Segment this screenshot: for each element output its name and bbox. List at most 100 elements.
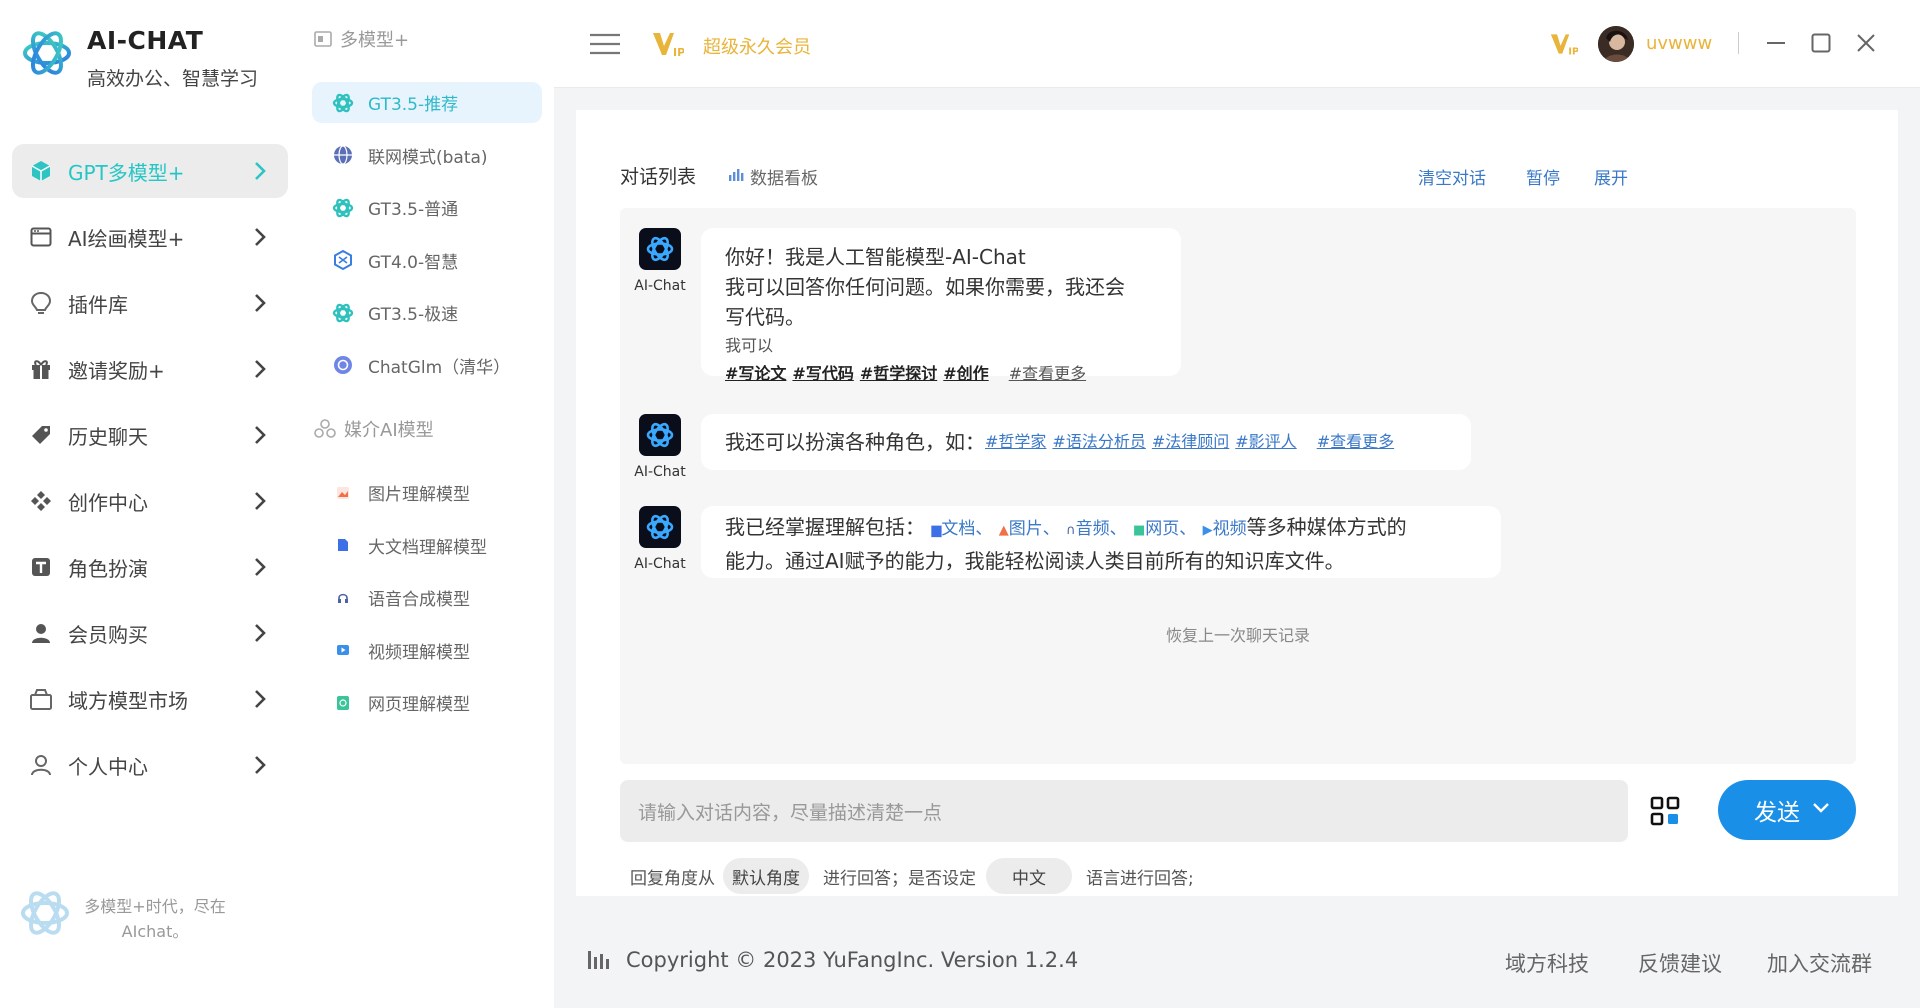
chevron-right-icon: [254, 623, 266, 643]
chevron-right-icon: [254, 161, 266, 181]
sidebar-item-label: 域方模型市场: [68, 688, 188, 713]
footer-link-feedback[interactable]: 反馈建议: [1638, 948, 1722, 978]
clear-chat-button[interactable]: 清空对话: [1418, 164, 1486, 189]
message-text-line: 你好！我是人工智能模型-AI-Chat: [725, 245, 1026, 269]
video-icon: [332, 639, 354, 661]
chatglm-icon: [332, 354, 354, 376]
menu-hamburger-icon[interactable]: [590, 32, 620, 56]
model-item-gt35-fast[interactable]: GT3.5-极速: [312, 292, 542, 333]
message-text-line: 我已经掌握理解包括： ▆文档、 ▲图片、 ∩音频、 ■网页、 ▶视频等多种媒体方…: [725, 512, 1477, 546]
message-text: 等多种媒体方式的: [1246, 515, 1407, 539]
globe-icon: [332, 144, 354, 166]
model-label: GT3.5-推荐: [368, 95, 459, 115]
image-icon: ▲: [998, 523, 1009, 538]
section-media-heading: 媒介AI模型: [314, 416, 434, 442]
sidebar-item-roleplay[interactable]: 角色扮演: [12, 540, 288, 594]
video-icon: ▶: [1202, 523, 1213, 538]
sidebar-item-label: 创作中心: [68, 490, 148, 515]
tag-link[interactable]: #写论文: [725, 364, 786, 383]
model-item-web-mode[interactable]: 联网模式(bata): [312, 135, 542, 176]
gift-icon: [28, 356, 54, 382]
chat-messages: AI-Chat 你好！我是人工智能模型-AI-Chat 我可以回答你任何问题。如…: [620, 208, 1856, 764]
model-item-document-understanding[interactable]: 大文档理解模型: [312, 525, 542, 566]
sidebar-item-ai-drawing[interactable]: AI绘画模型+: [12, 210, 288, 264]
sidebar-item-profile[interactable]: 个人中心: [12, 738, 288, 792]
tag-link[interactable]: #创作: [943, 364, 988, 383]
maximize-icon[interactable]: [1811, 33, 1831, 53]
tag-link[interactable]: #哲学探讨: [860, 364, 937, 383]
media-label: 网页、: [1145, 519, 1197, 539]
model-item-gt35-normal[interactable]: GT3.5-普通: [312, 187, 542, 228]
footer-logo-icon: [18, 886, 72, 940]
cube-icon: [28, 158, 54, 184]
message-bubble: 我还可以扮演各种角色，如： #哲学家 #语法分析员 #法律顾问 #影评人 #查看…: [701, 414, 1471, 470]
sidebar-item-label: GPT多模型+: [68, 160, 185, 185]
role-tag-link[interactable]: #哲学家: [985, 427, 1046, 457]
angle-select[interactable]: 默认角度: [723, 858, 809, 894]
app-tagline: 高效办公、智慧学习: [87, 68, 259, 90]
message-bubble: 你好！我是人工智能模型-AI-Chat 我可以回答你任何问题。如果你需要，我还会…: [701, 228, 1181, 383]
section-title: 媒介AI模型: [344, 420, 434, 441]
sidebar-item-label: 历史聊天: [68, 424, 148, 449]
media-audio[interactable]: ∩音频、: [1066, 519, 1127, 539]
qr-grid-icon[interactable]: [1650, 796, 1680, 826]
sidebar-item-label: 邀请奖励+: [68, 358, 165, 383]
minimize-icon[interactable]: [1766, 33, 1786, 53]
model-item-chatglm[interactable]: ChatGlm（清华）: [312, 345, 542, 386]
username[interactable]: uvwww: [1646, 33, 1712, 54]
model-label: ChatGlm（清华）: [368, 357, 511, 378]
sidebar-item-label: AI绘画模型+: [68, 226, 185, 251]
chevron-right-icon: [254, 293, 266, 313]
vip-badge-icon: IP: [1550, 30, 1578, 58]
media-video[interactable]: ▶视频: [1203, 519, 1247, 539]
section-multimodel-heading: 多模型+: [314, 26, 409, 52]
openai-icon: [332, 197, 354, 219]
footer-link-company[interactable]: 域方科技: [1505, 948, 1589, 978]
model-item-video-understanding[interactable]: 视频理解模型: [312, 630, 542, 671]
restore-history-link[interactable]: 恢复上一次聊天记录: [620, 622, 1856, 646]
sidebar-item-history[interactable]: 历史聊天: [12, 408, 288, 462]
expand-button[interactable]: 展开: [1594, 164, 1628, 189]
bulb-icon: [28, 290, 54, 316]
tag-link[interactable]: #写代码: [792, 364, 853, 383]
model-item-speech-synthesis[interactable]: 语音合成模型: [312, 577, 542, 618]
avatar[interactable]: [1598, 26, 1634, 62]
sidebar-item-gpt-models[interactable]: GPT多模型+: [12, 144, 288, 198]
sidebar-item-membership[interactable]: 会员购买: [12, 606, 288, 660]
tab-dashboard[interactable]: 数据看板: [750, 164, 818, 189]
media-image[interactable]: ▲图片、: [999, 519, 1060, 539]
message-text: 我还可以扮演各种角色，如：: [725, 430, 985, 454]
model-item-gt40-wisdom[interactable]: GT4.0-智慧: [312, 240, 542, 281]
bot-avatar: [639, 228, 681, 270]
capability-tags: #写论文 #写代码 #哲学探讨 #创作 #查看更多: [725, 360, 1157, 386]
language-select[interactable]: 中文: [986, 858, 1072, 894]
send-button[interactable]: 发送: [1718, 780, 1856, 840]
chevron-down-icon[interactable]: [1812, 802, 1830, 814]
media-doc[interactable]: ▆文档、: [931, 519, 992, 539]
role-tag-link[interactable]: #影评人: [1235, 427, 1296, 457]
tab-chat-list[interactable]: 对话列表: [620, 162, 696, 189]
webpage-icon: ■: [1132, 523, 1146, 538]
model-label: 语音合成模型: [368, 590, 470, 610]
footer-link-join-group[interactable]: 加入交流群: [1767, 948, 1872, 978]
model-item-gt35-recommended[interactable]: GT3.5-推荐: [312, 82, 542, 123]
sidebar-item-creation[interactable]: 创作中心: [12, 474, 288, 528]
pause-button[interactable]: 暂停: [1526, 164, 1560, 189]
see-more-link[interactable]: #查看更多: [1317, 427, 1394, 457]
close-icon[interactable]: [1856, 33, 1876, 53]
see-more-link[interactable]: #查看更多: [1009, 364, 1086, 383]
role-tag-link[interactable]: #法律顾问: [1152, 427, 1229, 457]
media-webpage[interactable]: ■网页、: [1133, 519, 1196, 539]
model-panel: 多模型+ GT3.5-推荐 联网模式(bata) GT3.5-普通 GT4.0-…: [304, 0, 554, 1008]
sidebar-item-model-market[interactable]: 域方模型市场: [12, 672, 288, 726]
model-item-image-understanding[interactable]: 图片理解模型: [312, 472, 542, 513]
sidebar-item-label: 插件库: [68, 292, 128, 317]
sidebar-item-plugins[interactable]: 插件库: [12, 276, 288, 330]
chevron-right-icon: [254, 557, 266, 577]
person-outline-icon: [28, 752, 54, 778]
sidebar-item-invite[interactable]: 邀请奖励+: [12, 342, 288, 396]
role-tag-link[interactable]: #语法分析员: [1052, 427, 1145, 457]
media-label: 图片、: [1008, 519, 1060, 539]
model-item-webpage-understanding[interactable]: 网页理解模型: [312, 682, 542, 723]
chat-input[interactable]: 请输入对话内容，尽量描述清楚一点: [620, 780, 1628, 842]
